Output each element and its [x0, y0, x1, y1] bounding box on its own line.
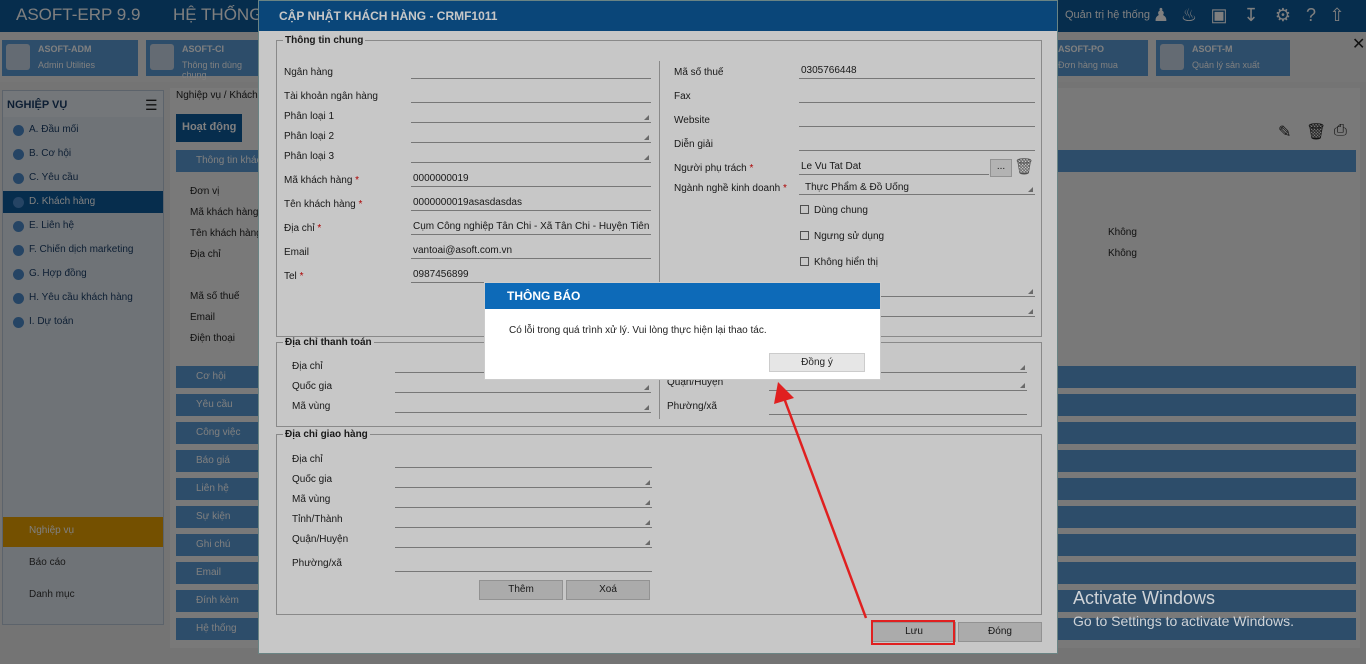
notification-message: Có lỗi trong quá trình xử lý. Vui lòng t…	[509, 325, 767, 336]
annotation-arrow	[774, 382, 868, 619]
notification-title: THÔNG BÁO	[485, 283, 880, 309]
ok-button[interactable]: Đồng ý	[769, 353, 865, 372]
notification-dialog: THÔNG BÁO Có lỗi trong quá trình xử lý. …	[484, 282, 881, 380]
activate-windows-subtitle: Go to Settings to activate Windows.	[1073, 613, 1294, 629]
save-highlight-box	[871, 620, 955, 645]
activate-windows-title: Activate Windows	[1073, 588, 1216, 608]
